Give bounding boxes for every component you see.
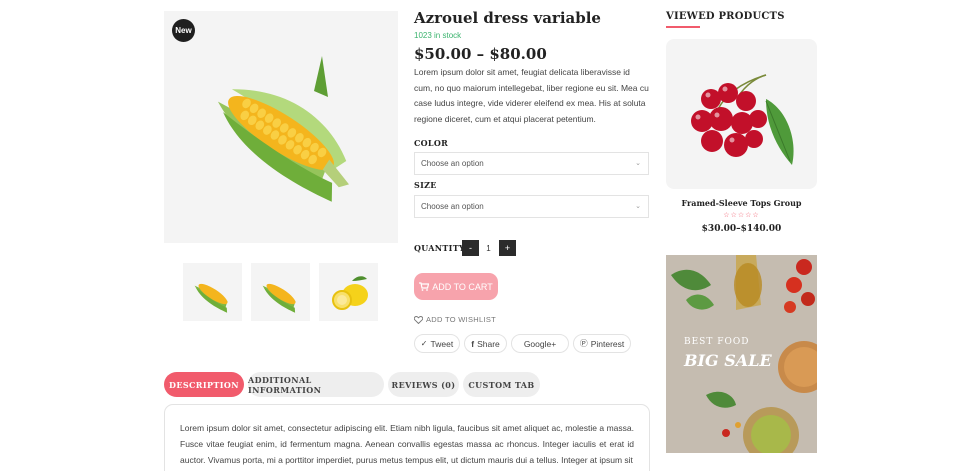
viewed-products-title: VIEWED PRODUCTS [666, 11, 785, 22]
banner-title: BIG SALE [684, 351, 772, 370]
color-label: COLOR [414, 138, 449, 148]
size-select[interactable]: Choose an option ⌄ [414, 195, 649, 218]
corn-image [217, 56, 350, 202]
add-to-cart-button[interactable]: ADD TO CART [414, 273, 498, 300]
heart-icon [414, 315, 423, 324]
product-title: Azrouel dress variable [414, 9, 601, 27]
pinterest-label: Pinterest [590, 338, 625, 349]
viewed-product-name[interactable]: Framed-Sleeve Tops Group [666, 198, 817, 208]
pinterest-button[interactable]: Ⓟ Pinterest [573, 334, 631, 353]
chevron-down-icon: ⌄ [635, 203, 641, 210]
viewed-product-price: $30.00–$140.00 [701, 224, 782, 234]
thumbnail-corn-1[interactable] [183, 263, 242, 321]
google-plus-label: Google+ [523, 338, 557, 349]
tab-reviews[interactable]: REVIEWS (0) [388, 372, 459, 397]
size-label: SIZE [414, 180, 437, 190]
chevron-down-icon: ⌄ [635, 160, 641, 167]
thumbnail-lemon[interactable] [319, 263, 378, 321]
stock-status: 1023 in stock [414, 31, 462, 40]
size-select-value: Choose an option [421, 202, 484, 211]
tab-additional-information[interactable]: ADDITIONAL INFORMATION [248, 372, 384, 397]
product-description: Lorem ipsum dolor sit amet, feugiat deli… [414, 67, 649, 124]
quantity-input[interactable]: 1 [480, 240, 497, 256]
tab-custom[interactable]: CUSTOM TAB [463, 372, 540, 397]
banner-subtitle: BEST FOOD [684, 337, 750, 347]
tab-panel-description: Lorem ipsum dolor sit amet, consectetur … [164, 404, 650, 471]
quantity-decrease-button[interactable]: - [462, 240, 479, 256]
cart-icon [419, 282, 430, 291]
product-price: $50.00 – $80.00 [414, 45, 547, 63]
add-to-wishlist-link[interactable]: ADD TO WISHLIST [414, 315, 496, 324]
cherries-image [691, 74, 794, 165]
tweet-button[interactable]: ✓ Tweet [414, 334, 460, 353]
main-product-image[interactable]: New [164, 11, 398, 243]
facebook-icon: f [471, 338, 475, 349]
title-underline [666, 26, 700, 28]
facebook-share-label: Share [477, 338, 500, 349]
new-badge: New [172, 19, 195, 42]
rating-stars: ☆☆☆☆☆ [723, 212, 760, 219]
google-plus-button[interactable]: Google+ [511, 334, 569, 353]
pinterest-icon: Ⓟ [579, 339, 588, 348]
tab-description[interactable]: DESCRIPTION [164, 372, 244, 397]
color-select-value: Choose an option [421, 159, 484, 168]
viewed-product-image[interactable] [666, 39, 817, 189]
color-select[interactable]: Choose an option ⌄ [414, 152, 649, 175]
lemon-thumbnail-icon [332, 276, 368, 310]
sale-banner[interactable]: BEST FOOD BIG SALE [666, 255, 817, 453]
add-to-cart-label: ADD TO CART [432, 281, 493, 292]
quantity-increase-button[interactable]: + [499, 240, 516, 256]
facebook-share-button[interactable]: f Share [464, 334, 507, 353]
thumbnail-corn-2[interactable] [251, 263, 310, 321]
corn-thumbnail-icon [194, 283, 228, 313]
twitter-icon: ✓ [420, 339, 428, 348]
quantity-label: QUANTITY: [414, 243, 468, 253]
tweet-label: Tweet [430, 338, 454, 349]
corn-thumbnail-icon [262, 283, 296, 313]
wishlist-label: ADD TO WISHLIST [426, 315, 497, 324]
